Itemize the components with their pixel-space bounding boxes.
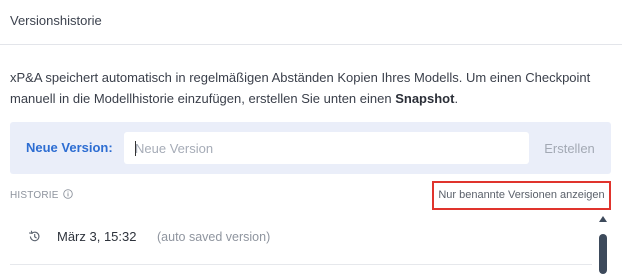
scroll-up-arrow-icon[interactable] (599, 216, 607, 222)
create-button[interactable]: Erstellen (528, 132, 611, 164)
scrollbar[interactable] (596, 216, 610, 274)
description-suffix: . (454, 91, 459, 106)
description-snapshot: Snapshot (395, 91, 455, 106)
text-caret (135, 141, 136, 156)
panel-title: Versionshistorie (10, 13, 102, 28)
history-label: HISTORIE (10, 189, 73, 202)
panel-header: Versionshistorie (0, 0, 622, 45)
history-note: (auto saved version) (157, 230, 271, 244)
info-icon[interactable] (62, 189, 73, 202)
new-version-input[interactable] (124, 132, 529, 164)
description-text: xP&A speichert automatisch in regelmäßig… (10, 67, 610, 109)
history-time: März 3, 15:32 (57, 229, 137, 244)
description-body: xP&A speichert automatisch in regelmäßig… (10, 70, 591, 106)
history-heading: HISTORIE (10, 190, 59, 201)
history-row[interactable]: März 3, 15:32 (auto saved version) (10, 220, 592, 265)
new-version-box: Neue Version: Erstellen (10, 122, 611, 174)
new-version-label: Neue Version: (26, 140, 113, 155)
scroll-thumb[interactable] (599, 234, 607, 274)
show-named-versions-toggle[interactable]: Nur benannte Versionen anzeigen (432, 181, 611, 210)
